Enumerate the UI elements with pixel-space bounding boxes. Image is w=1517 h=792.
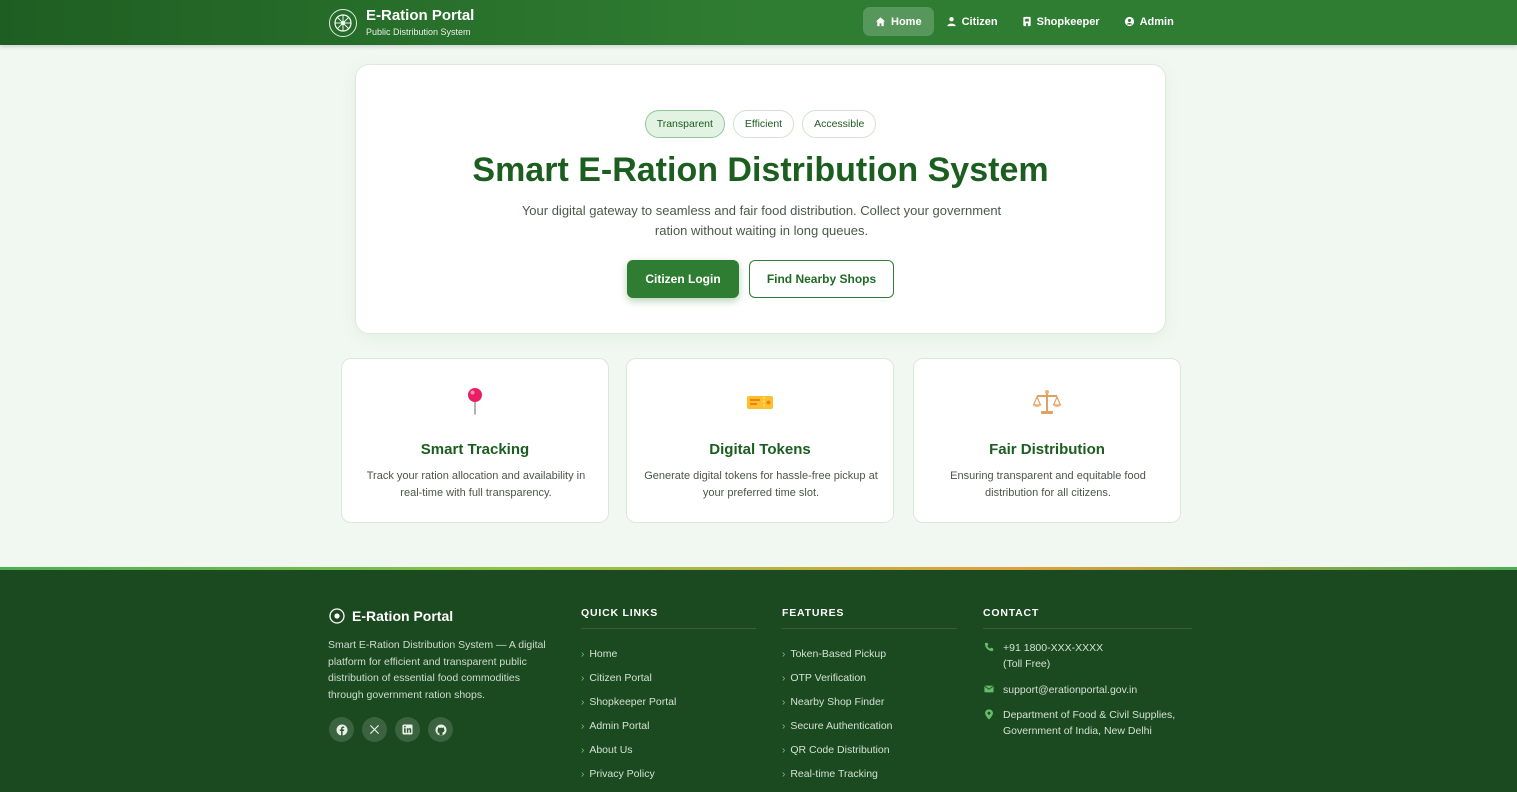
footer-feature-item[interactable]: › Real-time Tracking [782,762,957,786]
github-link[interactable] [428,717,453,742]
chakra-logo-icon [329,8,357,37]
contact-email: support@erationportal.gov.in [983,682,1192,698]
contact-phone-number[interactable]: +91 1800-XXX-XXXX [1003,640,1103,656]
linkedin-icon [402,724,413,735]
pill-transparent[interactable]: Transparent [644,110,725,138]
feature-card-digital-tokens: Digital Tokens Generate digital tokens f… [626,358,894,523]
main-nav: Home Citizen Shopkeeper Admin [863,7,1186,36]
footer-brand-name: E-Ration Portal [352,608,454,624]
hero-pills: Transparent Efficient Accessible [356,110,1165,138]
contact-email-address[interactable]: support@erationportal.gov.in [1003,682,1137,698]
location-pin-icon [985,709,993,720]
facebook-link[interactable] [329,717,354,742]
ticket-icon [627,387,893,417]
footer-features: FEATURES › Token-Based Pickup › OTP Verifi… [782,607,957,786]
nav-citizen-label: Citizen [961,15,998,28]
footer-feature-item[interactable]: › Nearby Shop Finder [782,690,957,714]
footer-about: Smart E-Ration Distribution System — A d… [328,639,546,701]
hero-description: Your digital gateway to seamless and fai… [521,203,1002,238]
footer-link-shopkeeper-portal[interactable]: › Shopkeeper Portal [581,690,756,714]
footer-feature-label: Real-time Tracking [790,768,878,780]
footer-feature-label: Secure Authentication [790,720,893,732]
footer-feature-label: Nearby Shop Finder [790,696,885,708]
nav-home[interactable]: Home [863,7,934,36]
brand-subtitle: Public Distribution System [366,27,471,37]
contact-address-text: Department of Food & Civil Supplies, Gov… [1003,709,1176,737]
features-title: FEATURES [782,607,957,629]
footer-brand[interactable]: E-Ration Portal [329,608,453,624]
mail-icon [984,685,994,693]
feature-title: Digital Tokens [709,441,811,458]
nav-admin[interactable]: Admin [1112,7,1186,36]
footer-feature-label: OTP Verification [790,672,867,684]
nav-shopkeeper[interactable]: Shopkeeper [1010,7,1112,36]
feature-title: Fair Distribution [989,441,1105,458]
hero-card: Transparent Efficient Accessible Smart E… [355,64,1166,334]
footer-quick-links: QUICK LINKS › Home › Citizen Portal › Shopk… [581,607,756,786]
feature-title: Smart Tracking [420,441,530,458]
footer-link-label: Home [589,648,618,660]
nav-admin-label: Admin [1139,15,1174,28]
top-navbar: E-Ration Portal Public Distribution Syst… [0,0,1517,45]
admin-icon [1124,16,1134,27]
contact-phone-note: (Toll Free) [1003,658,1051,670]
footer-link-label: Admin Portal [589,720,650,732]
footer-feature-item[interactable]: › Token-Based Pickup [782,642,957,666]
contact-title: CONTACT [983,607,1192,629]
feature-description: Track your ration allocation and availab… [366,470,586,499]
user-icon [946,17,956,27]
home-icon [875,17,886,27]
x-link[interactable] [362,717,387,742]
footer-link-about-us[interactable]: › About Us [581,738,756,762]
footer-link-label: About Us [589,744,633,756]
footer-feature-label: Token-Based Pickup [790,648,887,660]
x-icon [369,724,380,735]
footer-link-citizen-portal[interactable]: › Citizen Portal [581,666,756,690]
social-links [329,717,453,742]
footer-feature-item[interactable]: › QR Code Distribution [782,738,957,762]
feature-card-smart-tracking: Smart Tracking Track your ration allocat… [341,358,609,523]
nav-citizen[interactable]: Citizen [934,7,1010,36]
feature-description: Ensuring transparent and equitable food … [950,470,1146,499]
pushpin-icon [342,387,608,417]
find-nearby-shops-button[interactable]: Find Nearby Shops [749,260,894,298]
citizen-login-button[interactable]: Citizen Login [627,260,739,298]
balance-scale-icon [914,387,1180,417]
site-footer: E-Ration Portal Smart E-Ration Distribut… [0,567,1517,792]
footer-link-home[interactable]: › Home [581,642,756,666]
footer-contact: CONTACT +91 1800-XXX-XXXX (Toll Free) su… [983,607,1192,739]
contact-address: Department of Food & Civil Supplies, Gov… [983,707,1192,739]
footer-link-privacy-policy[interactable]: › Privacy Policy [581,762,756,786]
footer-feature-item[interactable]: › OTP Verification [782,666,957,690]
pill-accessible[interactable]: Accessible [802,110,877,138]
footer-link-label: Privacy Policy [589,768,655,780]
facebook-icon [336,724,347,735]
nav-home-label: Home [891,15,922,28]
store-icon [1022,16,1031,27]
footer-link-label: Shopkeeper Portal [589,696,677,708]
feature-description: Generate digital tokens for hassle-free … [644,470,878,499]
github-icon [435,724,446,735]
footer-feature-item[interactable]: › Secure Authentication [782,714,957,738]
brand[interactable]: E-Ration Portal Public Distribution Syst… [329,7,474,38]
hero-title: Smart E-Ration Distribution System [472,151,1049,189]
chakra-logo-icon [329,608,345,624]
contact-phone: +91 1800-XXX-XXXX (Toll Free) [983,640,1192,672]
quick-links-title: QUICK LINKS [581,607,756,629]
pill-efficient[interactable]: Efficient [732,110,795,138]
phone-icon [984,642,994,652]
linkedin-link[interactable] [395,717,420,742]
footer-feature-label: QR Code Distribution [790,744,890,756]
footer-link-label: Citizen Portal [589,672,652,684]
feature-card-fair-distribution: Fair Distribution Ensuring transparent a… [913,358,1181,523]
nav-shopkeeper-label: Shopkeeper [1036,15,1100,28]
footer-link-admin-portal[interactable]: › Admin Portal [581,714,756,738]
brand-title: E-Ration Portal [366,7,475,24]
